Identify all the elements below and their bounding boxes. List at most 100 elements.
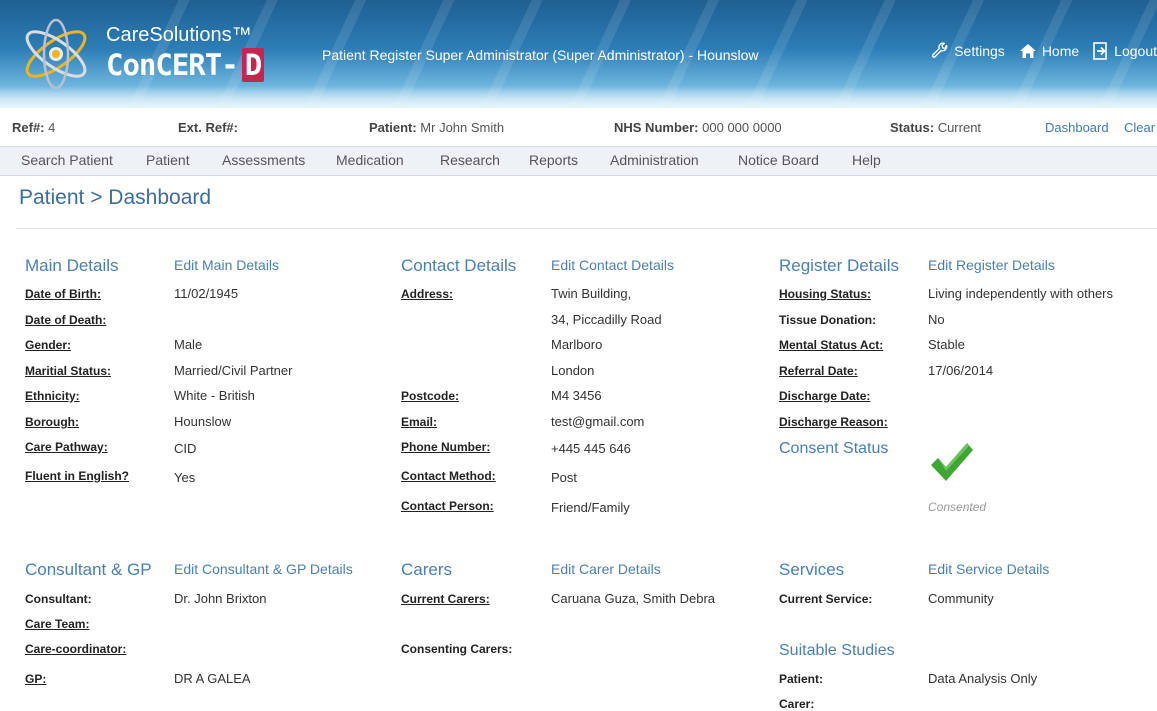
brand-d-badge: D <box>241 48 265 82</box>
patient-field: Patient: Mr John Smith <box>369 120 505 135</box>
top-links: Settings Home Logout <box>931 42 1157 60</box>
edit-carer-details-link[interactable]: Edit Carer Details <box>551 561 661 577</box>
care-coordinator-label: Care-coordinator: <box>25 642 127 656</box>
care-pathway-label: Care Pathway: <box>25 440 108 454</box>
gp-value: DR A GALEA <box>174 671 251 686</box>
menu-item-search-patient[interactable]: Search Patient <box>21 152 113 168</box>
consenting-carers-label: Consenting Carers: <box>401 642 513 656</box>
contact-details-title: Contact Details <box>401 256 517 275</box>
logout-icon <box>1093 42 1107 60</box>
contact-person-label: Contact Person: <box>401 499 494 513</box>
discharge-date-label: Discharge Date: <box>779 389 871 403</box>
divider <box>16 228 1157 229</box>
housing-status-value: Living independently with others <box>928 286 1114 301</box>
care-pathway-value: CID <box>174 441 197 456</box>
menu-item-research[interactable]: Research <box>440 152 500 168</box>
address-label: Address: <box>401 287 454 301</box>
housing-status-label: Housing Status: <box>779 287 871 301</box>
menu-item-medication[interactable]: Medication <box>336 152 404 168</box>
email-value: test@gmail.com <box>551 414 645 429</box>
home-link[interactable]: Home <box>1019 42 1079 60</box>
suitable-studies-title: Suitable Studies <box>779 642 895 659</box>
current-carers-value: Caruana Guza, Smith Debra <box>551 591 716 606</box>
consultant-gp-title: Consultant & GP <box>25 560 152 579</box>
postcode-value: M4 3456 <box>551 388 602 403</box>
mental-status-act-value: Stable <box>928 337 965 352</box>
contact-method-value: Post <box>551 470 578 485</box>
wrench-icon <box>932 42 948 58</box>
atom-logo-icon <box>25 18 87 90</box>
fluent-english-value: Yes <box>174 470 196 485</box>
menu-item-assessments[interactable]: Assessments <box>222 152 305 168</box>
gp-label: GP: <box>25 672 47 686</box>
main-menu: Search Patient Patient Assessments Medic… <box>0 146 1157 176</box>
patient-info-bar: Ref#: 4 Ext. Ref#: Patient: Mr John Smit… <box>0 115 1157 141</box>
email-label: Email: <box>401 415 438 429</box>
referral-date-label: Referral Date: <box>779 364 858 378</box>
consultant-value: Dr. John Brixton <box>174 591 267 606</box>
address-line-1: Twin Building, <box>551 286 632 301</box>
consultant-label: Consultant: <box>25 592 92 606</box>
study-patient-label: Patient: <box>779 672 824 686</box>
menu-item-patient[interactable]: Patient <box>146 152 190 168</box>
carers-title: Carers <box>401 560 453 579</box>
consent-status-title: Consent Status <box>779 440 889 457</box>
tissue-donation-value: No <box>928 312 945 327</box>
consent-status-value: Consented <box>928 500 987 514</box>
nhs-number-field: NHS Number: 000 000 0000 <box>614 120 782 135</box>
address-line-2: 34, Piccadilly Road <box>551 312 662 327</box>
ref-field: Ref#: 4 <box>12 120 56 135</box>
clear-link[interactable]: Clear <box>1124 120 1155 135</box>
fluent-english-label: Fluent in English? <box>25 469 129 483</box>
study-patient-value: Data Analysis Only <box>928 671 1038 686</box>
current-carers-label: Current Carers: <box>401 592 490 606</box>
logout-link[interactable]: Logout <box>1093 42 1157 60</box>
status-field: Status: Current <box>890 120 982 135</box>
postcode-label: Postcode: <box>401 389 460 403</box>
menu-item-help[interactable]: Help <box>852 152 881 168</box>
care-team-label: Care Team: <box>25 617 90 631</box>
edit-service-details-link[interactable]: Edit Service Details <box>928 561 1049 577</box>
edit-register-details-link[interactable]: Edit Register Details <box>928 257 1055 273</box>
dashboard-link[interactable]: Dashboard <box>1045 120 1109 135</box>
referral-date-value: 17/06/2014 <box>928 363 994 378</box>
user-role-title: Patient Register Super Administrator (Su… <box>322 47 759 63</box>
study-carer-label: Carer: <box>779 697 815 711</box>
settings-link[interactable]: Settings <box>931 42 1005 60</box>
gender-label: Gender: <box>25 338 72 352</box>
menu-item-notice-board[interactable]: Notice Board <box>738 152 819 168</box>
address-line-4: London <box>551 363 595 378</box>
main-details-title: Main Details <box>25 256 119 275</box>
contact-method-label: Contact Method: <box>401 469 496 483</box>
borough-value: Hounslow <box>174 414 232 429</box>
marital-status-value: Married/Civil Partner <box>174 363 293 378</box>
dob-label: Date of Birth: <box>25 287 101 301</box>
brand-product-name: ConCERT- D <box>106 48 265 82</box>
edit-consultant-gp-link[interactable]: Edit Consultant & GP Details <box>174 561 353 577</box>
gender-value: Male <box>174 337 203 352</box>
ethnicity-label: Ethnicity: <box>25 389 80 403</box>
menu-item-administration[interactable]: Administration <box>610 152 699 168</box>
edit-main-details-link[interactable]: Edit Main Details <box>174 257 279 273</box>
checkmark-icon <box>931 443 973 481</box>
phone-label: Phone Number: <box>401 440 491 454</box>
tissue-donation-label: Tissue Donation: <box>779 313 877 327</box>
marital-status-label: Maritial Status: <box>25 364 112 378</box>
ext-ref-field: Ext. Ref#: <box>178 120 238 135</box>
menu-item-reports[interactable]: Reports <box>529 152 578 168</box>
current-service-label: Current Service: <box>779 592 873 606</box>
edit-contact-details-link[interactable]: Edit Contact Details <box>551 257 674 273</box>
brand-company-name: CareSolutions™ <box>106 24 252 46</box>
phone-value: +445 445 646 <box>551 441 631 456</box>
contact-person-value: Friend/Family <box>551 500 630 515</box>
register-details-title: Register Details <box>779 256 899 275</box>
breadcrumb: Patient > Dashboard <box>19 186 212 209</box>
app-header: CareSolutions™ ConCERT- D Patient Registe… <box>0 0 1157 108</box>
dod-label: Date of Death: <box>25 313 107 327</box>
ethnicity-value: White - British <box>174 388 255 403</box>
dob-value: 11/02/1945 <box>174 286 239 301</box>
services-title: Services <box>779 560 845 579</box>
mental-status-act-label: Mental Status Act: <box>779 338 884 352</box>
discharge-reason-label: Discharge Reason: <box>779 415 888 429</box>
borough-label: Borough: <box>25 415 79 429</box>
